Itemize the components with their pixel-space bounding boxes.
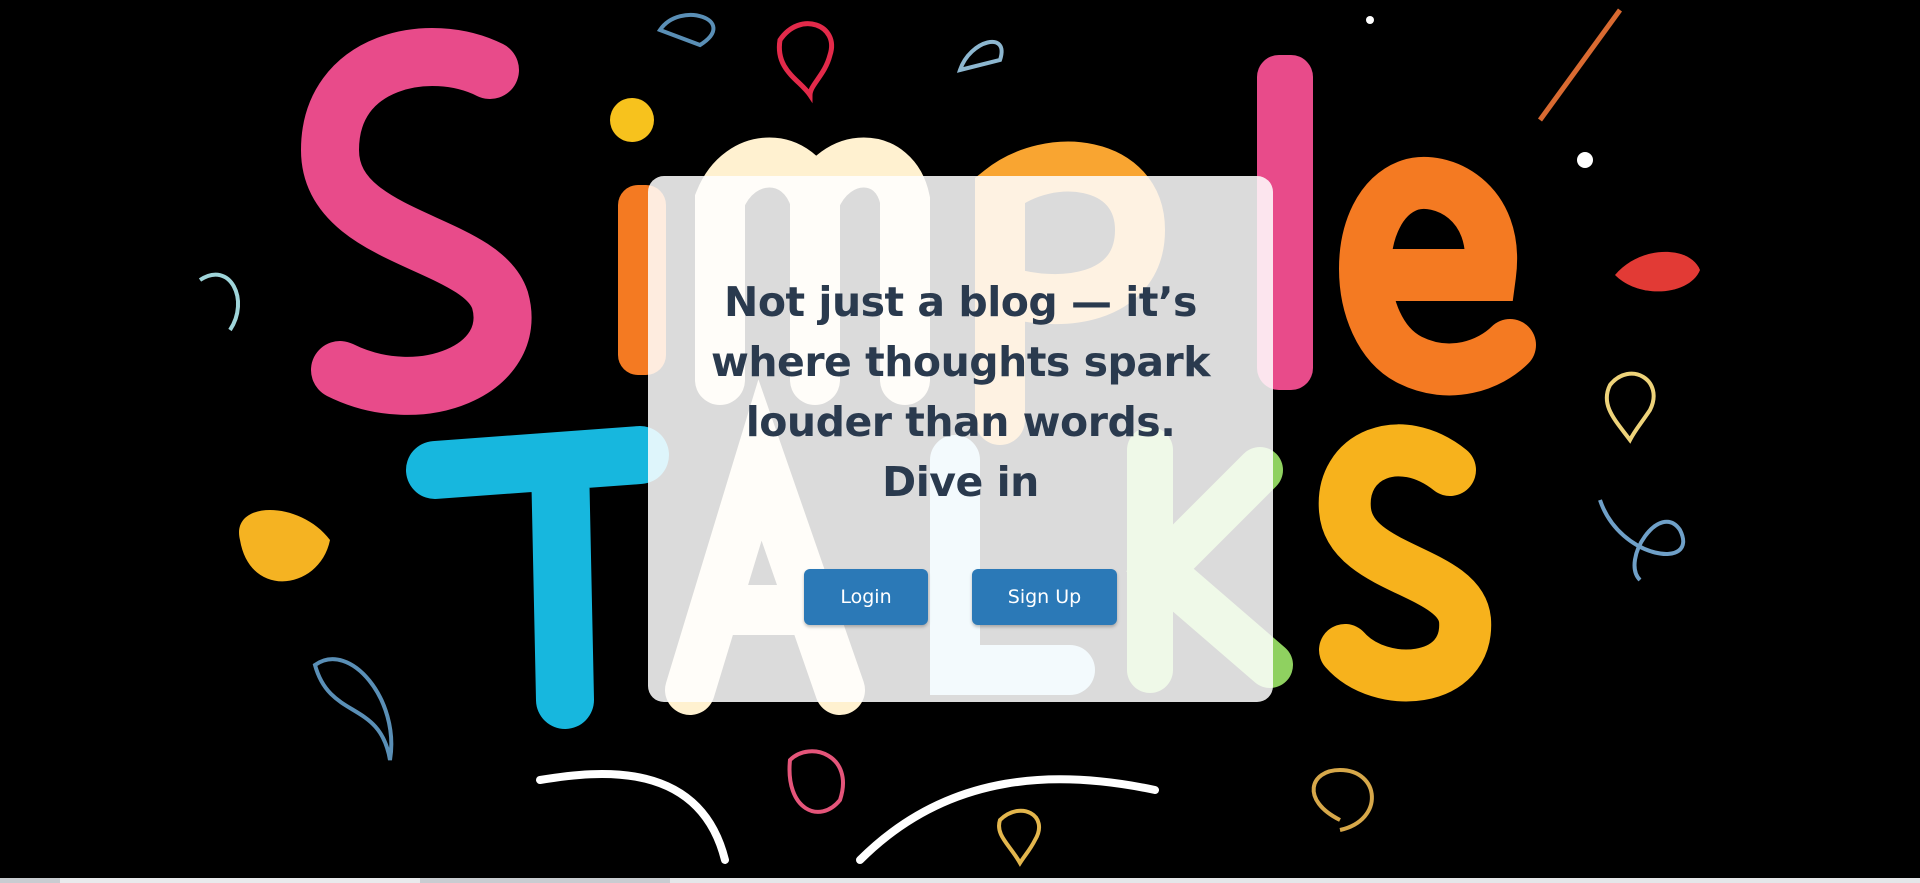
heart-doodle-gold-bottom <box>997 808 1042 867</box>
leaf-doodle-blue-left <box>656 13 716 48</box>
face-doodle-pink-bottom <box>787 749 845 814</box>
dot-doodle-white-small <box>1366 16 1374 24</box>
squiggle-doodle-cyan-left <box>198 272 241 332</box>
letter-t-cyan <box>406 426 669 729</box>
auth-button-row: Login Sign Up <box>648 569 1273 625</box>
hero-tagline: Not just a blog — it’s where thoughts sp… <box>710 278 1211 506</box>
scrollbar-thumb-left[interactable] <box>60 878 420 883</box>
letter-e-orange <box>1339 156 1536 396</box>
login-button[interactable]: Login <box>804 569 928 625</box>
hero-card: Not just a blog — it’s where thoughts sp… <box>648 176 1273 702</box>
i-dot-yellow <box>610 98 654 142</box>
scrollbar-thumb-right[interactable] <box>670 878 1920 883</box>
squiggle-doodle-blue-left <box>312 657 394 761</box>
leaf-doodle-blue-right <box>956 40 1004 73</box>
landing-page: Not just a blog — it’s where thoughts sp… <box>0 0 1920 883</box>
spiral-doodle-gold <box>1311 767 1374 832</box>
letter-s-pink <box>300 28 532 415</box>
face-doodle-orange <box>239 510 330 582</box>
line-doodle-white <box>536 769 1159 864</box>
dot-doodle-white <box>1577 152 1593 168</box>
ribbon-doodle-blue <box>1598 499 1685 582</box>
sign-up-button[interactable]: Sign Up <box>972 569 1117 625</box>
heart-doodle-yellow-right <box>1604 371 1656 444</box>
letter-s-yellow <box>1318 424 1492 702</box>
horizontal-scrollbar[interactable] <box>0 878 1920 883</box>
heart-doodle-red <box>776 21 835 104</box>
fish-doodle-red <box>1615 251 1700 292</box>
line-doodle-orange <box>1537 8 1623 122</box>
